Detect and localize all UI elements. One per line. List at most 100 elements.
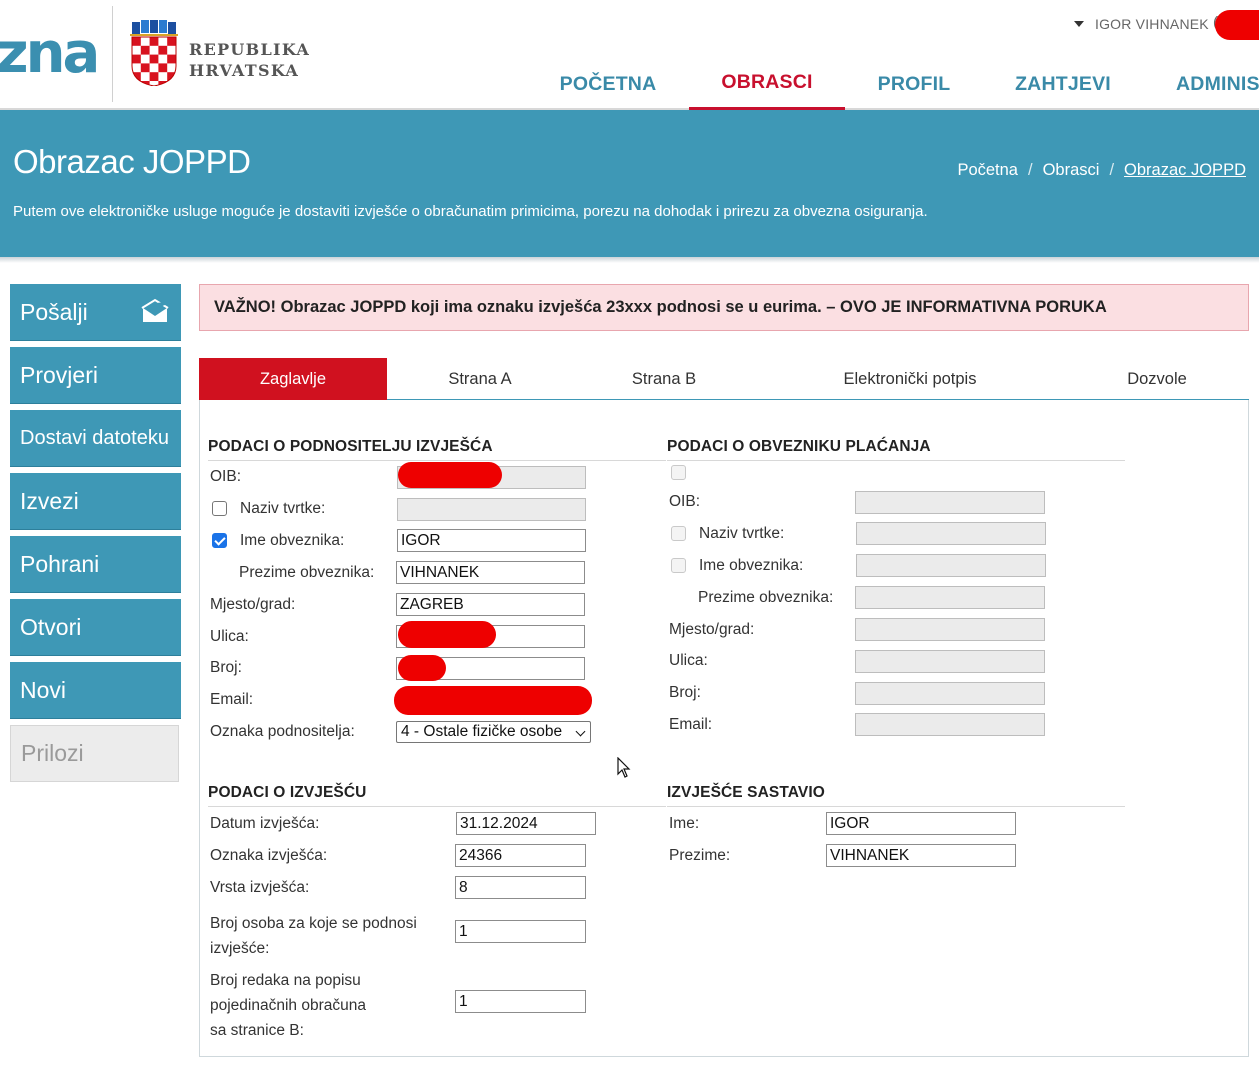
provjeri-button[interactable]: Provjeri [10, 347, 181, 404]
podnositelj-mjesto-field[interactable]: ZAGREB [396, 593, 585, 616]
datum-izvjesca-field[interactable]: 31.12.2024 [456, 812, 596, 835]
broj-osoba-label-line-1: Broj osoba za koje se podnosi [210, 915, 417, 932]
podnositelj-mjesto-label: Mjesto/grad: [210, 596, 296, 613]
republic-line-1: REPUBLIKA [189, 40, 311, 59]
sastavio-prezime-field[interactable]: VIHNANEK [826, 844, 1016, 867]
posalji-button[interactable]: Pošalji [10, 284, 181, 341]
page-description: Putem ove elektroničke usluge moguće je … [13, 203, 928, 220]
user-menu[interactable]: IGOR VIHNANEK [1074, 14, 1209, 34]
podnositelj-naziv-field[interactable] [397, 498, 586, 521]
naziv-tvrtke-checkbox[interactable] [212, 501, 227, 516]
obveznik-ime-field[interactable] [856, 554, 1046, 577]
broj-osoba-label: Broj osoba za koje se podnosi izvješće: [210, 911, 417, 961]
provjeri-label: Provjeri [20, 361, 98, 388]
nav-administracija[interactable]: ADMINIS [1176, 58, 1259, 110]
obveznik-prezime-field[interactable] [855, 586, 1045, 609]
oznaka-izvjesca-label: Oznaka izvješća: [210, 847, 328, 864]
alert-text: VAŽNO! Obrazac JOPPD koji ima oznaku izv… [214, 298, 1107, 316]
obveznik-naziv-label: Naziv tvrtke: [699, 525, 785, 542]
sastavio-ime-field[interactable]: IGOR [826, 812, 1016, 835]
tab-elektronicki-potpis[interactable]: Elektronički potpis [755, 358, 1065, 400]
obveznik-ime-checkbox[interactable] [671, 558, 686, 573]
datum-izvjesca-label: Datum izvješća: [210, 815, 320, 832]
obveznik-mjesto-label: Mjesto/grad: [669, 621, 755, 638]
obveznik-email-label: Email: [669, 716, 713, 733]
breadcrumb-obrasci[interactable]: Obrasci [1043, 161, 1100, 180]
logo-divider [112, 6, 113, 102]
nav-profil[interactable]: PROFIL [846, 58, 982, 110]
ime-obveznika-checkbox[interactable] [212, 533, 227, 548]
podnositelj-broj-label: Broj: [210, 659, 242, 676]
top-header: zna REPUBLIKA HRVATSKA IGOR VIHNANEK POČ… [0, 0, 1259, 110]
obveznik-prezime-label: Prezime obveznika: [698, 589, 834, 606]
chevron-down-icon [575, 726, 586, 737]
section-divider [667, 806, 1125, 807]
pohrani-button[interactable]: Pohrani [10, 536, 181, 593]
redacted-ulica [398, 621, 496, 648]
podnositelj-naziv-label: Naziv tvrtke: [240, 500, 326, 517]
obveznik-ulica-field[interactable] [855, 650, 1045, 673]
caret-down-icon [1074, 21, 1084, 27]
oznaka-podnositelja-select[interactable]: 4 - Ostale fizičke osobe [396, 721, 591, 743]
oznaka-podnositelja-label: Oznaka podnositelja: [210, 723, 355, 740]
novi-button[interactable]: Novi [10, 662, 181, 719]
podnositelj-ulica-label: Ulica: [210, 628, 249, 645]
send-mail-icon [141, 298, 169, 322]
izvjesce-section-title: PODACI O IZVJEŠĆU [208, 784, 367, 801]
section-divider [208, 806, 666, 807]
croatia-coat-of-arms-icon [130, 20, 178, 86]
otvori-button[interactable]: Otvori [10, 599, 181, 656]
obveznik-broj-label: Broj: [669, 684, 701, 701]
obveznik-naziv-field[interactable] [856, 522, 1046, 545]
obveznik-broj-field[interactable] [855, 682, 1045, 705]
podnositelj-email-label: Email: [210, 691, 254, 708]
breadcrumb-pocetna[interactable]: Početna [957, 161, 1018, 180]
obveznik-oib-label: OIB: [669, 493, 701, 510]
redacted-broj [398, 655, 446, 681]
nav-obrasci[interactable]: OBRASCI [689, 58, 845, 110]
app-logo[interactable]: zna [0, 26, 100, 82]
dostavi-datoteku-label: Dostavi datoteku [20, 426, 169, 449]
republic-line-2: HRVATSKA [189, 61, 300, 80]
sastavio-ime-label: Ime: [669, 815, 700, 832]
tab-strana-b[interactable]: Strana B [573, 358, 755, 400]
pohrani-label: Pohrani [20, 550, 100, 577]
oznaka-podnositelja-value: 4 - Ostale fizičke osobe [401, 723, 563, 740]
dostavi-datoteku-button[interactable]: Dostavi datoteku [10, 410, 181, 467]
breadcrumb-separator: / [1109, 161, 1115, 179]
podnositelj-section-title: PODACI O PODNOSITELJU IZVJEŠĆA [208, 438, 493, 455]
podnositelj-prezime-field[interactable]: VIHNANEK [396, 561, 585, 584]
vrsta-izvjesca-field[interactable]: 8 [455, 876, 586, 899]
form-tabs: Zaglavlje Strana A Strana B Elektronički… [199, 358, 1249, 400]
izvezi-button[interactable]: Izvezi [10, 473, 181, 530]
breadcrumb-current[interactable]: Obrazac JOPPD [1124, 161, 1246, 180]
breadcrumb-separator: / [1027, 161, 1033, 179]
broj-redaka-label-line-1: Broj redaka na popisu [210, 972, 361, 989]
tab-dozvole[interactable]: Dozvole [1065, 358, 1249, 400]
sastavio-section-title: IZVJEŠĆE SASTAVIO [667, 784, 825, 801]
broj-redaka-label-line-3: sa stranice B: [210, 1022, 304, 1039]
broj-redaka-label-line-2: pojedinačnih obračuna [210, 997, 366, 1014]
hero-shadow [0, 257, 1259, 263]
mouse-cursor-icon [617, 757, 631, 778]
broj-redaka-field[interactable]: 1 [455, 990, 586, 1013]
obveznik-mjesto-field[interactable] [855, 618, 1045, 641]
otvori-label: Otvori [20, 613, 82, 640]
user-name: IGOR VIHNANEK [1095, 16, 1209, 32]
broj-osoba-label-line-2: izvješće: [210, 940, 270, 957]
obveznik-naziv-checkbox[interactable] [671, 526, 686, 541]
tab-zaglavlje[interactable]: Zaglavlje [199, 358, 387, 400]
broj-osoba-field[interactable]: 1 [455, 920, 586, 943]
page-title: Obrazac JOPPD [13, 143, 251, 180]
oznaka-izvjesca-field[interactable]: 24366 [455, 844, 586, 867]
obveznik-email-field[interactable] [855, 713, 1045, 736]
obveznik-top-checkbox[interactable] [671, 465, 686, 480]
sastavio-prezime-label: Prezime: [669, 847, 731, 864]
nav-zahtjevi[interactable]: ZAHTJEVI [983, 58, 1143, 110]
tab-strana-a[interactable]: Strana A [387, 358, 573, 400]
republika-hrvatska-label: REPUBLIKA HRVATSKA [189, 39, 310, 81]
info-alert: VAŽNO! Obrazac JOPPD koji ima oznaku izv… [199, 284, 1249, 331]
obveznik-oib-field[interactable] [855, 491, 1045, 514]
nav-pocetna[interactable]: POČETNA [528, 58, 688, 110]
podnositelj-ime-field[interactable]: IGOR [397, 529, 586, 552]
